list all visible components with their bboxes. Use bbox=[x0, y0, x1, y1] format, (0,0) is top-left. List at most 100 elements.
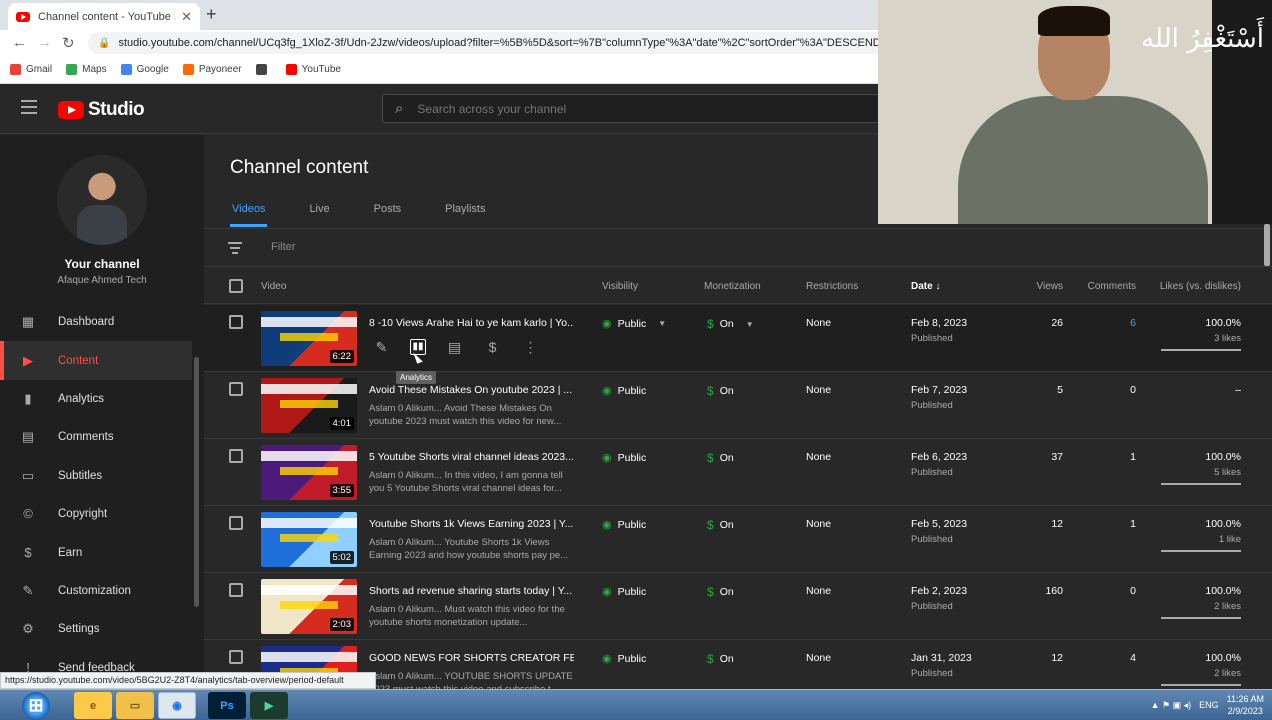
edit-pencil-icon[interactable]: ✎ bbox=[372, 339, 391, 356]
views-cell: 37 bbox=[1051, 451, 1063, 463]
sidebar-item-content[interactable]: ▶ Content bbox=[0, 341, 192, 381]
sidebar-item-analytics[interactable]: ▮ Analytics bbox=[0, 380, 192, 418]
monetization-label: On bbox=[719, 586, 734, 598]
row-checkbox[interactable] bbox=[229, 449, 243, 463]
table-row[interactable]: 6:22 8 -10 Views Arahe Hai to ye kam karl… bbox=[204, 305, 1272, 384]
comments-icon: ▤ bbox=[21, 429, 35, 445]
col-visibility[interactable]: Visibility bbox=[602, 281, 638, 292]
row-checkbox[interactable] bbox=[229, 650, 243, 664]
col-views[interactable]: Views bbox=[1037, 281, 1064, 292]
clock[interactable]: 11:26 AM 2/9/2023 bbox=[1227, 693, 1264, 717]
search-input[interactable] bbox=[417, 101, 718, 116]
col-date[interactable]: Date ↓ bbox=[911, 281, 940, 292]
visibility-cell[interactable]: ◉ Public ▼ bbox=[602, 317, 666, 331]
bookmark-3[interactable]: Payoneer bbox=[182, 64, 242, 75]
comments-icon[interactable]: ▤ bbox=[445, 339, 464, 356]
channel-avatar[interactable] bbox=[57, 155, 147, 245]
table-row[interactable]: 3:55 5 Youtube Shorts viral channel ideas… bbox=[204, 439, 1272, 506]
browser-tab[interactable]: Channel content - YouTube Studio ✕ bbox=[8, 3, 200, 30]
menu-icon[interactable] bbox=[21, 100, 37, 114]
monetization-cell[interactable]: $ On bbox=[707, 585, 734, 599]
tab-playlists[interactable]: Playlists bbox=[443, 199, 487, 227]
row-checkbox[interactable] bbox=[229, 583, 243, 597]
table-row[interactable]: 2:03 Shorts ad revenue sharing starts tod… bbox=[204, 573, 1272, 640]
col-likes[interactable]: Likes (vs. dislikes) bbox=[1160, 281, 1241, 292]
sidebar-scrollbar[interactable] bbox=[194, 357, 199, 607]
col-comments[interactable]: Comments bbox=[1088, 281, 1136, 292]
visibility-cell[interactable]: ◉ Public bbox=[602, 384, 646, 398]
sidebar-item-settings[interactable]: ⚙ Settings bbox=[0, 610, 192, 648]
tab-posts[interactable]: Posts bbox=[372, 199, 404, 227]
language-indicator[interactable]: ENG bbox=[1199, 700, 1219, 710]
tray-icons[interactable]: ▲ ⚑ ▣ ◂) bbox=[1151, 700, 1192, 711]
video-title[interactable]: Avoid These Mistakes On youtube 2023 | .… bbox=[369, 384, 574, 396]
col-monetization[interactable]: Monetization bbox=[704, 281, 761, 292]
row-checkbox[interactable] bbox=[229, 516, 243, 530]
monetization-label: On bbox=[719, 318, 734, 330]
back-arrow-icon[interactable]: ← bbox=[12, 34, 27, 51]
video-description: Aslam 0 Alikum... Youtube Shorts 1k View… bbox=[369, 537, 569, 561]
row-checkbox[interactable] bbox=[229, 315, 243, 329]
visibility-cell[interactable]: ◉ Public bbox=[602, 652, 646, 666]
monetization-cell[interactable]: $ On bbox=[707, 518, 734, 532]
page-scrollbar[interactable] bbox=[1264, 224, 1270, 266]
photoshop-icon[interactable]: Ps bbox=[208, 692, 246, 719]
monetization-cell[interactable]: $ On bbox=[707, 384, 734, 398]
reload-icon[interactable]: ↻ bbox=[62, 34, 75, 52]
restrictions-cell: None bbox=[806, 451, 832, 463]
tab-videos[interactable]: Videos bbox=[230, 199, 268, 227]
folder-icon[interactable]: ▭ bbox=[116, 692, 154, 719]
video-thumbnail[interactable]: 4:01 bbox=[261, 378, 357, 433]
bookmark-0[interactable]: Gmail bbox=[10, 64, 52, 75]
studio-logo[interactable]: Studio bbox=[58, 99, 145, 121]
visibility-cell[interactable]: ◉ Public bbox=[602, 518, 646, 532]
forward-arrow-icon[interactable]: → bbox=[37, 34, 52, 51]
monetization-cell[interactable]: $ On bbox=[707, 652, 734, 666]
monetization-dollar-icon[interactable]: $ bbox=[483, 339, 502, 356]
file-explorer-icon[interactable]: e bbox=[74, 692, 112, 719]
row-checkbox[interactable] bbox=[229, 382, 243, 396]
table-row[interactable]: 4:01 Avoid These Mistakes On youtube 2023… bbox=[204, 372, 1272, 439]
likes-count: 5 likes bbox=[1214, 467, 1241, 478]
filter-icon[interactable] bbox=[228, 242, 242, 257]
sidebar-item-copyright[interactable]: © Copyright bbox=[0, 495, 192, 533]
video-title[interactable]: Shorts ad revenue sharing starts today |… bbox=[369, 585, 574, 597]
comments-cell[interactable]: 6 bbox=[1130, 317, 1136, 329]
media-app-icon[interactable]: ▶ bbox=[250, 692, 288, 719]
monetization-cell[interactable]: $ On bbox=[707, 451, 734, 465]
chrome-icon[interactable]: ◉ bbox=[158, 692, 196, 719]
bookmark-1[interactable]: Maps bbox=[66, 64, 107, 75]
visibility-cell[interactable]: ◉ Public bbox=[602, 585, 646, 599]
sidebar-item-comments[interactable]: ▤ Comments bbox=[0, 418, 192, 456]
filter-bar[interactable]: Filter bbox=[204, 229, 1272, 267]
col-restrictions[interactable]: Restrictions bbox=[806, 281, 858, 292]
close-tab-icon[interactable]: ✕ bbox=[181, 9, 192, 25]
select-all-checkbox[interactable] bbox=[229, 279, 243, 293]
tab-live[interactable]: Live bbox=[307, 199, 331, 227]
bookmark-4[interactable] bbox=[255, 64, 272, 75]
monetization-cell[interactable]: $ On ▼ bbox=[707, 317, 754, 331]
video-thumbnail[interactable]: 5:02 bbox=[261, 512, 357, 567]
new-tab-button[interactable]: + bbox=[206, 4, 217, 25]
start-button[interactable]: ⊞ bbox=[22, 692, 50, 720]
search-box[interactable]: ⌕ bbox=[382, 94, 902, 123]
sidebar-item-subtitles[interactable]: ▭ Subtitles bbox=[0, 457, 192, 495]
video-thumbnail[interactable]: 3:55 bbox=[261, 445, 357, 500]
video-thumbnail[interactable]: 2:03 bbox=[261, 579, 357, 634]
sidebar-item-earn[interactable]: $ Earn bbox=[0, 533, 192, 571]
visibility-dropdown-icon[interactable]: ▼ bbox=[658, 319, 666, 328]
video-title[interactable]: Youtube Shorts 1k Views Earning 2023 | Y… bbox=[369, 518, 574, 530]
bookmark-2[interactable]: Google bbox=[120, 64, 169, 75]
table-row[interactable]: 5:02 Youtube Shorts 1k Views Earning 2023… bbox=[204, 506, 1272, 573]
more-options-icon[interactable]: ⋮ bbox=[521, 339, 540, 356]
monetization-dropdown-icon[interactable]: ▼ bbox=[746, 320, 754, 329]
video-title[interactable]: GOOD NEWS FOR SHORTS CREATOR FEB ... bbox=[369, 652, 574, 664]
video-title[interactable]: 5 Youtube Shorts viral channel ideas 202… bbox=[369, 451, 574, 463]
video-title[interactable]: 8 -10 Views Arahe Hai to ye kam karlo | … bbox=[369, 317, 574, 329]
likes-ratio-bar bbox=[1161, 349, 1241, 351]
sidebar-item-dashboard[interactable]: ▦ Dashboard bbox=[0, 303, 192, 341]
sidebar-item-customization[interactable]: ✎ Customization bbox=[0, 572, 192, 610]
video-thumbnail[interactable]: 6:22 bbox=[261, 311, 357, 366]
visibility-cell[interactable]: ◉ Public bbox=[602, 451, 646, 465]
bookmark-5[interactable]: YouTube bbox=[285, 64, 341, 75]
